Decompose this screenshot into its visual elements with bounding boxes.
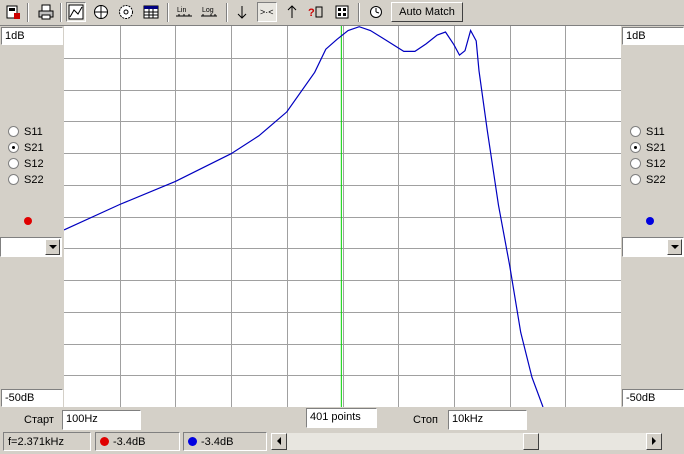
plot-grid: [64, 26, 621, 407]
svg-text:?: ?: [308, 7, 315, 19]
frequency-value: f=2.371kHz: [8, 435, 64, 448]
response-plot[interactable]: [64, 26, 621, 407]
left-radio-s12[interactable]: S12: [8, 156, 44, 171]
scroll-left-button[interactable]: [271, 433, 287, 450]
arrow-right-icon: [652, 437, 656, 445]
arrow-down-icon[interactable]: [232, 2, 252, 22]
right-bottom-scale-field[interactable]: -50dB: [622, 389, 684, 407]
scroll-thumb[interactable]: [523, 433, 539, 450]
right-top-scale-field[interactable]: 1dB: [622, 27, 684, 45]
polar-icon[interactable]: [91, 2, 111, 22]
svg-text:>·<: >·<: [260, 7, 274, 17]
table-icon[interactable]: [141, 2, 161, 22]
right-marker-dot: [646, 217, 654, 225]
radio-button[interactable]: [8, 158, 19, 169]
auto-match-button[interactable]: Auto Match: [391, 2, 463, 22]
right-radio-s12[interactable]: S12: [630, 156, 666, 171]
marker1-value: -3.4dB: [113, 435, 146, 448]
blue-marker-icon: [188, 437, 197, 446]
radio-label: S12: [646, 157, 666, 170]
save-icon[interactable]: [3, 2, 23, 22]
component-icon[interactable]: [332, 2, 352, 22]
chevron-down-icon[interactable]: [667, 239, 682, 255]
radio-label: S21: [646, 141, 666, 154]
radio-label: S21: [24, 141, 44, 154]
scroll-right-button[interactable]: [646, 433, 662, 450]
radio-button[interactable]: [630, 126, 641, 137]
svg-text:Lin: Lin: [177, 7, 186, 14]
radio-button[interactable]: [630, 174, 641, 185]
chart-icon[interactable]: [66, 2, 86, 22]
series-line-0: [64, 26, 544, 407]
radio-button[interactable]: [630, 158, 641, 169]
radio-button[interactable]: [8, 142, 19, 153]
left-trace-panel: 1dB S11 S21 S12 S22 -50dB: [0, 26, 63, 407]
radio-label: S12: [24, 157, 44, 170]
right-trace-select[interactable]: [622, 237, 684, 257]
start-label: Старт: [24, 414, 54, 426]
radio-label: S22: [646, 173, 666, 186]
smith-icon[interactable]: [116, 2, 136, 22]
left-radio-s11[interactable]: S11: [8, 124, 43, 139]
radio-label: S11: [646, 125, 665, 138]
right-trace-panel: 1dB S11 S21 S12 S22 -50dB: [622, 26, 684, 407]
marker2-value: -3.4dB: [201, 435, 234, 448]
left-top-scale-field[interactable]: 1dB: [1, 27, 63, 45]
start-frequency-field[interactable]: 100Hz: [62, 410, 141, 430]
right-radio-s21[interactable]: S21: [630, 140, 666, 155]
stop-frequency-field[interactable]: 10kHz: [448, 410, 527, 430]
plot-marks: [64, 26, 544, 407]
lin-scale-icon[interactable]: Lin: [174, 2, 194, 22]
chevron-down-icon[interactable]: [45, 239, 60, 255]
toolbar: Lin Log >·< ? Auto Match: [0, 0, 684, 26]
marker1-readout: -3.4dB: [95, 432, 180, 451]
print-icon[interactable]: [36, 2, 56, 22]
right-radio-s22[interactable]: S22: [630, 172, 666, 187]
radio-button[interactable]: [8, 126, 19, 137]
radio-button[interactable]: [630, 142, 641, 153]
points-field[interactable]: 401 points: [306, 408, 377, 428]
radio-label: S11: [24, 125, 43, 138]
left-trace-select[interactable]: [0, 237, 62, 257]
frequency-scrollbar[interactable]: [271, 433, 662, 450]
clock-icon[interactable]: [366, 2, 386, 22]
zoom-marker-icon[interactable]: >·<: [257, 2, 277, 22]
arrow-up-icon[interactable]: [282, 2, 302, 22]
help-icon[interactable]: ?: [307, 2, 327, 22]
svg-text:Log: Log: [202, 7, 214, 14]
radio-button[interactable]: [8, 174, 19, 185]
left-radio-s22[interactable]: S22: [8, 172, 44, 187]
left-bottom-scale-field[interactable]: -50dB: [1, 389, 63, 407]
left-marker-dot: [24, 217, 32, 225]
left-radio-s21[interactable]: S21: [8, 140, 44, 155]
marker2-readout: -3.4dB: [183, 432, 267, 451]
right-radio-s11[interactable]: S11: [630, 124, 665, 139]
stop-label: Стоп: [413, 414, 438, 426]
arrow-left-icon: [277, 437, 281, 445]
radio-label: S22: [24, 173, 44, 186]
red-marker-icon: [100, 437, 109, 446]
log-scale-icon[interactable]: Log: [199, 2, 219, 22]
frequency-readout: f=2.371kHz: [3, 432, 91, 451]
